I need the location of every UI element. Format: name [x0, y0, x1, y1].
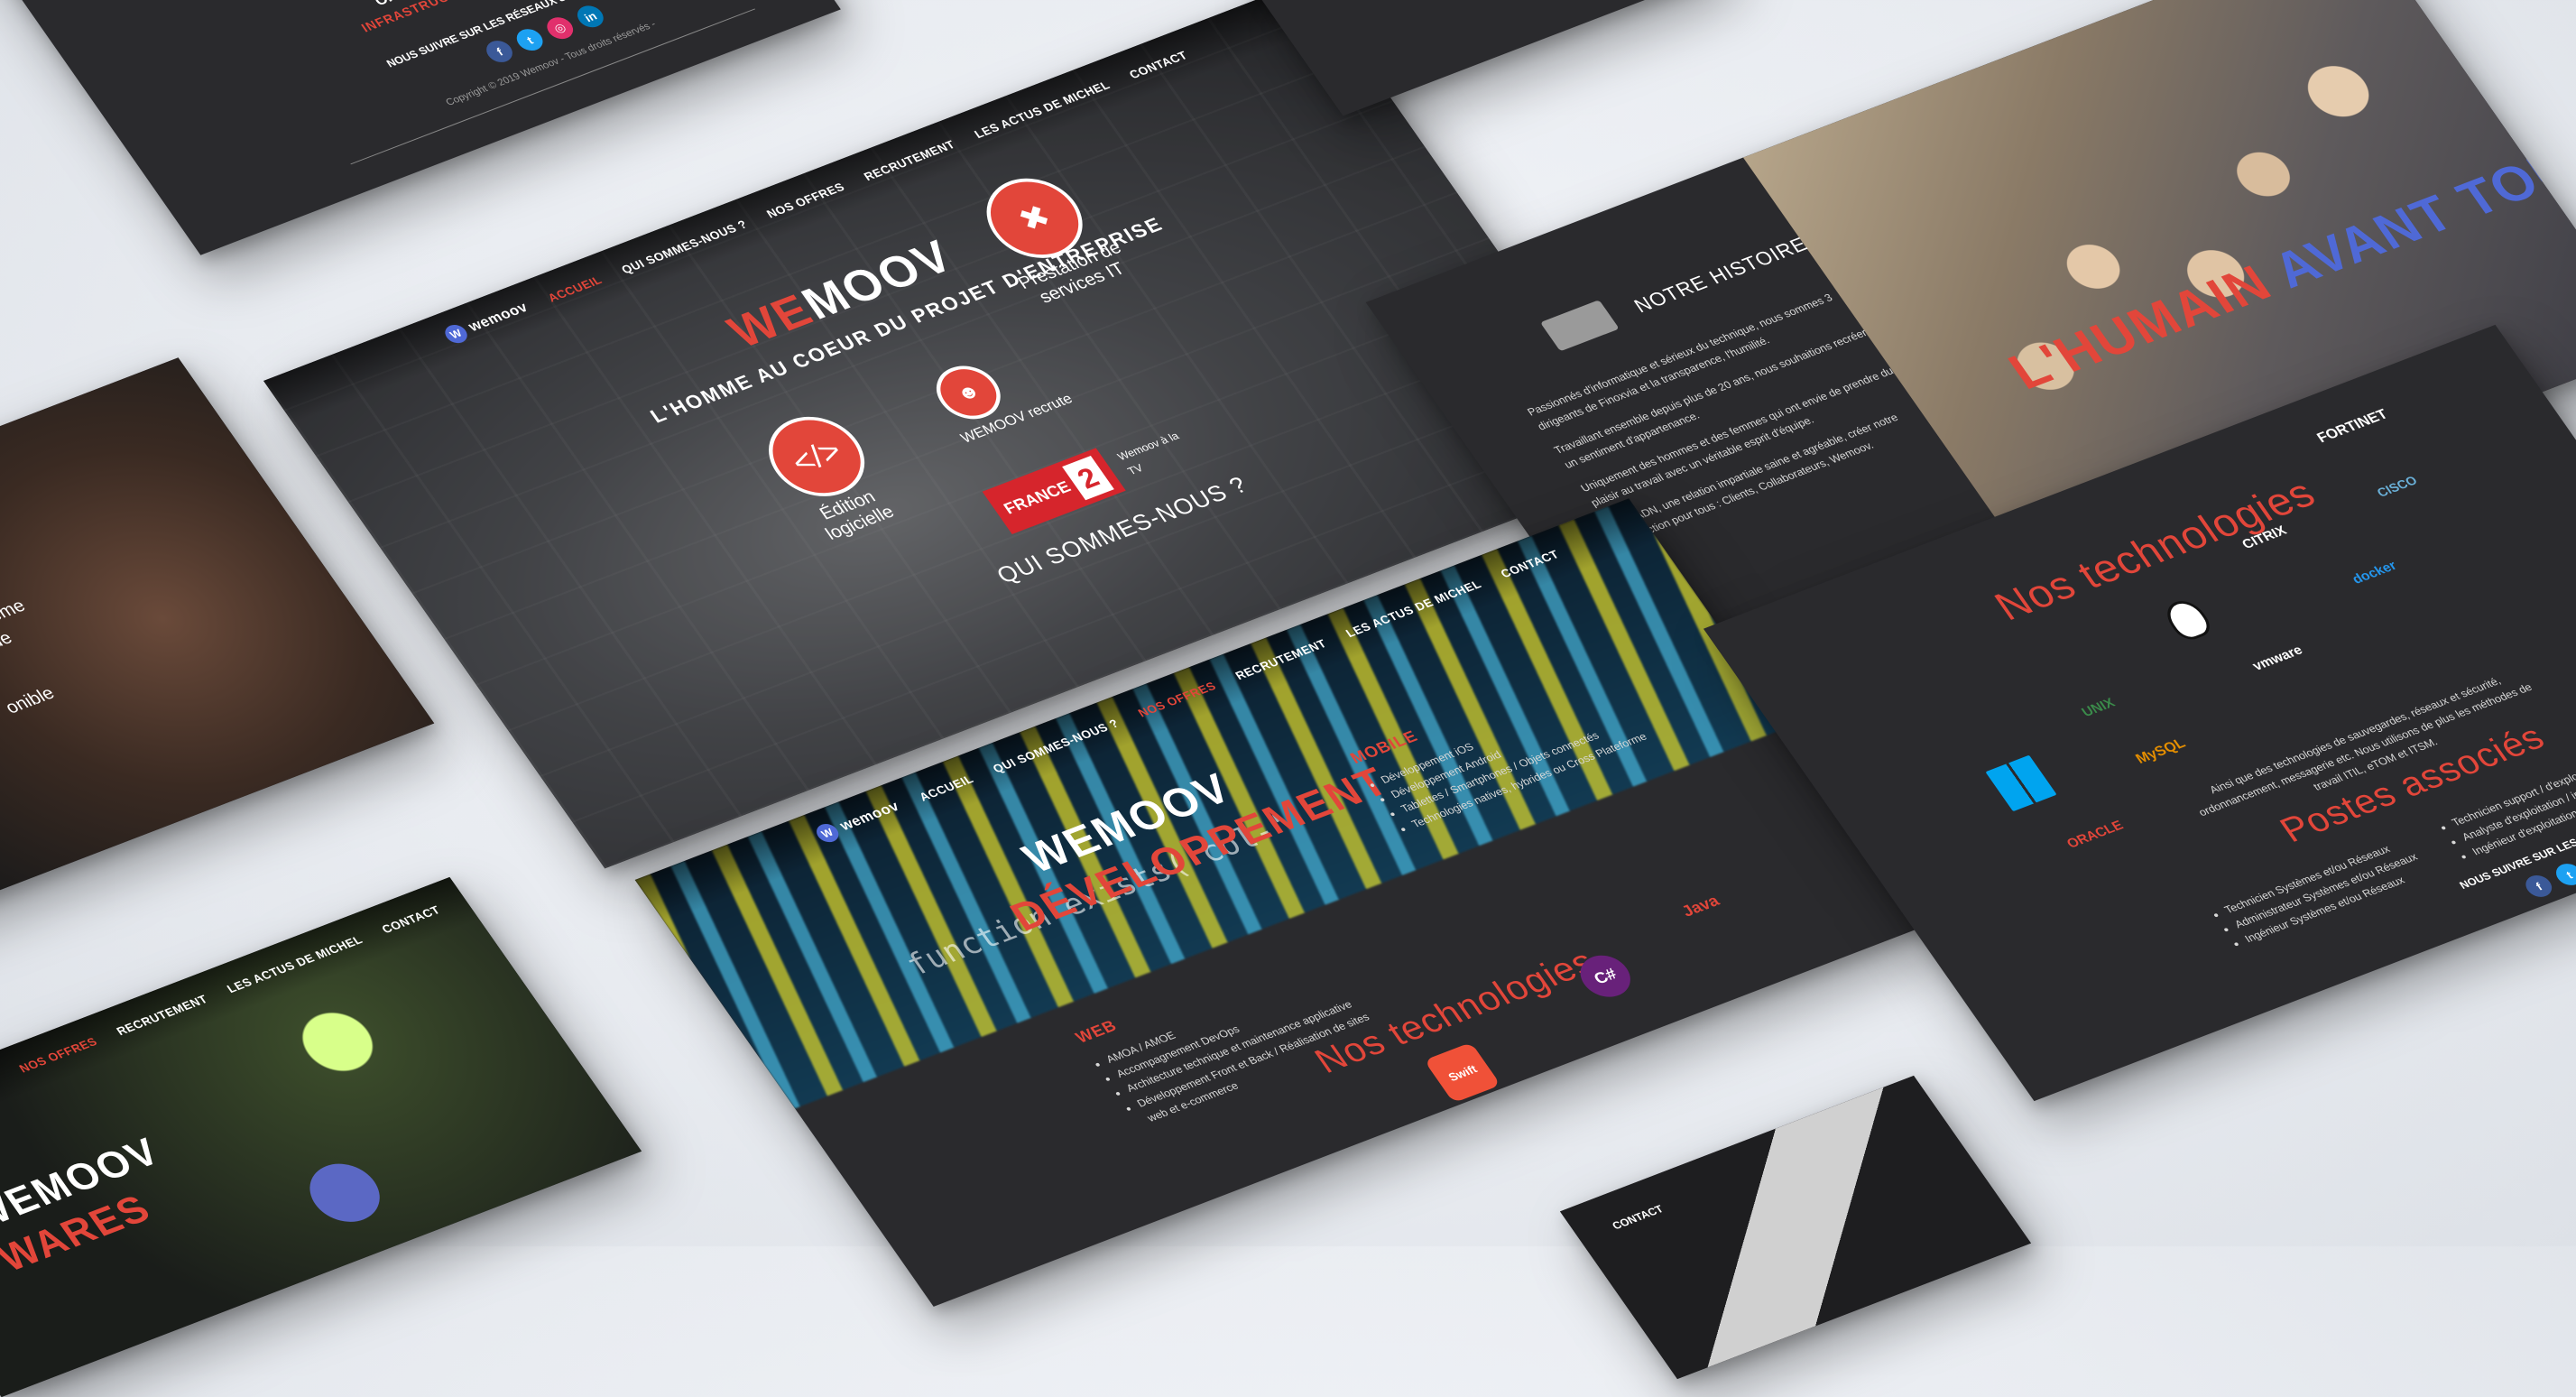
cisco-logo: CISCO — [2374, 473, 2420, 500]
bl-nav-offres[interactable]: NOS OFFRES — [16, 1034, 99, 1075]
social-links: f t ◎ in — [481, 2, 609, 66]
java-logo: Java — [1677, 891, 1722, 920]
linkedin-icon[interactable]: in — [572, 2, 609, 31]
nav-nos-offres[interactable]: NOS OFFRES — [763, 180, 846, 220]
windows-icon — [1985, 754, 2057, 812]
nav-contact[interactable]: CONTACT — [1126, 48, 1190, 80]
unix-logo: UNIX — [2079, 695, 2119, 720]
logo-text: wemoov — [466, 300, 531, 335]
dev-nav-accueil[interactable]: ACCUEIL — [916, 772, 975, 803]
mysql-logo: MySQL — [2133, 736, 2189, 767]
tile-bottom-left: QUI SOMMES-NOUS ? NOS OFFRES RECRUTEMENT… — [0, 876, 642, 1397]
logo-mark: W — [440, 321, 472, 347]
tech-facebook-icon[interactable]: f — [2520, 872, 2557, 901]
instagram-icon[interactable]: ◎ — [541, 14, 578, 42]
facebook-icon[interactable]: f — [481, 37, 518, 66]
nav-accueil[interactable]: ACCUEIL — [545, 273, 605, 304]
router-icon — [1539, 300, 1620, 352]
tech-twitter-icon[interactable]: t — [2551, 860, 2576, 889]
oracle-logo: ORACLE — [2064, 818, 2127, 852]
twitter-icon[interactable]: t — [512, 25, 548, 54]
linux-tux-icon — [2159, 596, 2216, 643]
vmware-logo: vmware — [2249, 643, 2306, 674]
tile-bottom-right-small: CONTACT — [1559, 1075, 2032, 1380]
dev-nav-contact[interactable]: CONTACT — [1498, 547, 1562, 579]
fortinet-logo: FORTINET — [2314, 406, 2391, 446]
dev-nav-offres[interactable]: NOS OFFRES — [1135, 679, 1218, 719]
docker-logo: docker — [2349, 558, 2400, 587]
web-title: WEB — [1072, 1016, 1121, 1047]
bl-nav-contact[interactable]: CONTACT — [379, 902, 443, 935]
swift-logo: Swift — [1424, 1041, 1501, 1104]
posts-col-1: Technicien Systèmes et/ou Réseaux Admini… — [2209, 824, 2459, 952]
